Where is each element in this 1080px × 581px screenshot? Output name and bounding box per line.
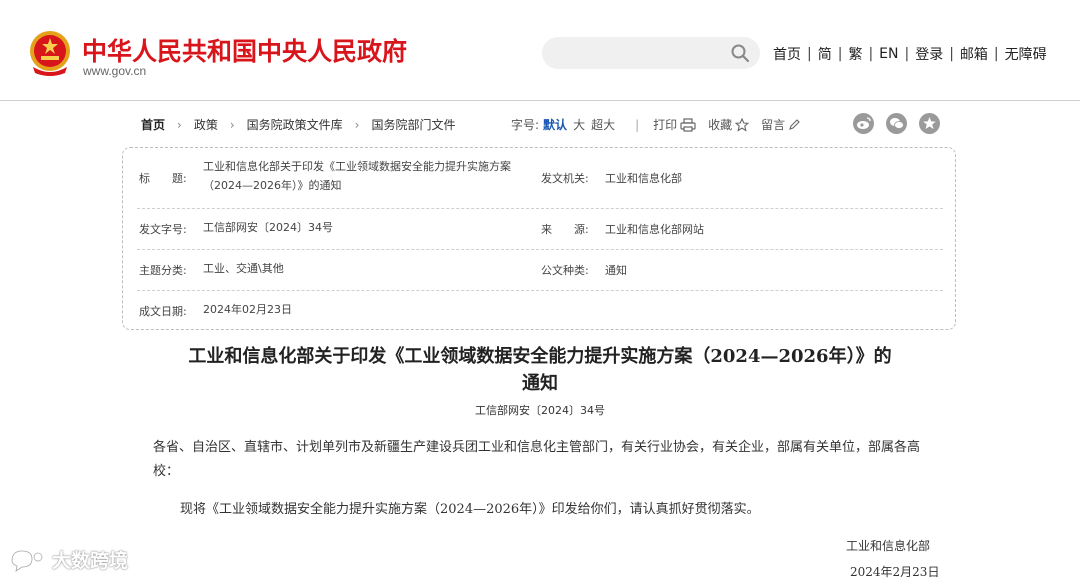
breadcrumb: 首页 › 政策 › 国务院政策文件库 › 国务院部门文件 <box>141 116 456 133</box>
printer-icon <box>680 117 696 132</box>
nav-separator: | <box>904 46 910 62</box>
search-icon[interactable] <box>730 43 750 63</box>
nav-separator: | <box>949 46 954 62</box>
info-row-title: 标 题: 工业和信息化部关于印发《工业领域数据安全能力提升实施方案 （2024—… <box>137 156 943 209</box>
signature-org: 工业和信息化部 <box>846 539 931 553</box>
font-size-xlarge[interactable]: 超大 <box>591 116 615 133</box>
wechat-icon[interactable] <box>886 113 907 134</box>
info-row-date: 成文日期: 2024年02月23日 <box>137 290 943 322</box>
breadcrumb-department-docs[interactable]: 国务院部门文件 <box>371 116 455 133</box>
info-row-topic: 主题分类: 工业、交通\其他 公文种类: 通知 <box>137 249 943 291</box>
article-paragraph-addressees: 各省、自治区、直辖市、计划单列市及新疆生产建设兵团工业和信息化主管部门，有关行业… <box>153 440 921 479</box>
star-icon <box>735 117 750 132</box>
watermark-text: 大数跨境 <box>52 550 129 572</box>
site-url: www.gov.cn <box>83 64 147 78</box>
nav-separator: | <box>993 46 999 62</box>
comment-button[interactable]: 留言 <box>761 116 800 133</box>
nav-traditional[interactable]: 繁 <box>848 44 862 64</box>
nav-separator: | <box>807 46 812 62</box>
nav-simplified[interactable]: 简 <box>818 44 832 64</box>
source-value: 工业和信息化部网站 <box>605 223 704 236</box>
topic-value: 工业、交通\其他 <box>203 262 284 275</box>
tools-divider: | <box>635 117 640 132</box>
chevron-right-icon: › <box>354 117 360 132</box>
article-title-line1: 工业和信息化部关于印发《工业领域数据安全能力提升实施方案（2024—2026年）… <box>188 346 892 367</box>
signature-date: 2024年2月23日 <box>850 565 940 579</box>
search-box <box>542 37 760 69</box>
site-title[interactable]: 中华人民共和国中央人民政府 <box>82 32 407 68</box>
search-input[interactable] <box>558 43 722 65</box>
article-paragraph-body: 现将《工业领域数据安全能力提升实施方案（2024—2026年）》印发给你们，请认… <box>180 502 760 517</box>
article-title-line2: 通知 <box>522 373 558 394</box>
nav-mail[interactable]: 邮箱 <box>960 44 988 64</box>
print-label: 打印 <box>653 118 678 132</box>
watermark: 大数跨境 <box>8 546 128 573</box>
issuer-label: 发文机关: <box>541 172 589 185</box>
breadcrumb-policy[interactable]: 政策 <box>194 116 218 133</box>
article-title: 工业和信息化部关于印发《工业领域数据安全能力提升实施方案（2024—2026年）… <box>140 343 940 397</box>
page-tools: 字号: 默认 大 超大 | 打印 收藏 留言 <box>511 116 812 133</box>
document-info-box: 标 题: 工业和信息化部关于印发《工业领域数据安全能力提升实施方案 （2024—… <box>122 147 956 330</box>
weibo-icon[interactable] <box>853 113 874 134</box>
font-size-default[interactable]: 默认 <box>543 116 567 133</box>
article-doc-number: 工信部网安〔2024〕34号 <box>475 404 605 417</box>
nav-home[interactable]: 首页 <box>773 44 801 64</box>
breadcrumb-policy-library[interactable]: 国务院政策文件库 <box>247 116 343 133</box>
nav-login[interactable]: 登录 <box>915 44 943 64</box>
comment-label: 留言 <box>761 118 786 132</box>
date-label: 成文日期: <box>139 305 187 318</box>
info-row-docno: 发文字号: 工信部网安〔2024〕34号 来 源: 工业和信息化部网站 <box>137 208 943 250</box>
watermark-logo-icon <box>10 549 44 573</box>
title-label: 标 题: <box>139 172 187 185</box>
favorite-label: 收藏 <box>708 118 733 132</box>
pencil-icon <box>789 118 800 130</box>
docno-label: 发文字号: <box>139 223 187 236</box>
title-value-line2: （2024—2026年）》的通知 <box>203 179 342 192</box>
docno-value: 工信部网安〔2024〕34号 <box>203 221 333 234</box>
source-label: 来 源: <box>541 223 589 236</box>
favorite-button[interactable]: 收藏 <box>708 116 750 133</box>
title-value-line1: 工业和信息化部关于印发《工业领域数据安全能力提升实施方案 <box>203 160 511 173</box>
nav-separator: | <box>837 46 843 62</box>
site-header: 中华人民共和国中央人民政府 www.gov.cn 首页 | 简 | 繁 | EN… <box>0 0 1080 101</box>
print-button[interactable]: 打印 <box>653 116 696 133</box>
date-value: 2024年02月23日 <box>203 303 292 316</box>
chevron-right-icon: › <box>229 117 235 132</box>
breadcrumb-home[interactable]: 首页 <box>141 116 165 133</box>
nav-separator: | <box>868 46 874 62</box>
chevron-right-icon: › <box>177 117 182 132</box>
star-share-icon[interactable] <box>919 113 940 134</box>
top-nav: 首页 | 简 | 繁 | EN | 登录 | 邮箱 | 无障碍 <box>773 44 1047 64</box>
font-size-large[interactable]: 大 <box>573 116 585 133</box>
national-emblem-icon[interactable] <box>27 29 73 77</box>
type-value: 通知 <box>605 264 627 277</box>
nav-english[interactable]: EN <box>879 46 898 62</box>
font-size-label: 字号: <box>511 118 540 132</box>
topic-label: 主题分类: <box>139 264 187 277</box>
nav-accessibility[interactable]: 无障碍 <box>1005 44 1047 64</box>
type-label: 公文种类: <box>541 264 589 277</box>
issuer-value: 工业和信息化部 <box>605 172 682 185</box>
